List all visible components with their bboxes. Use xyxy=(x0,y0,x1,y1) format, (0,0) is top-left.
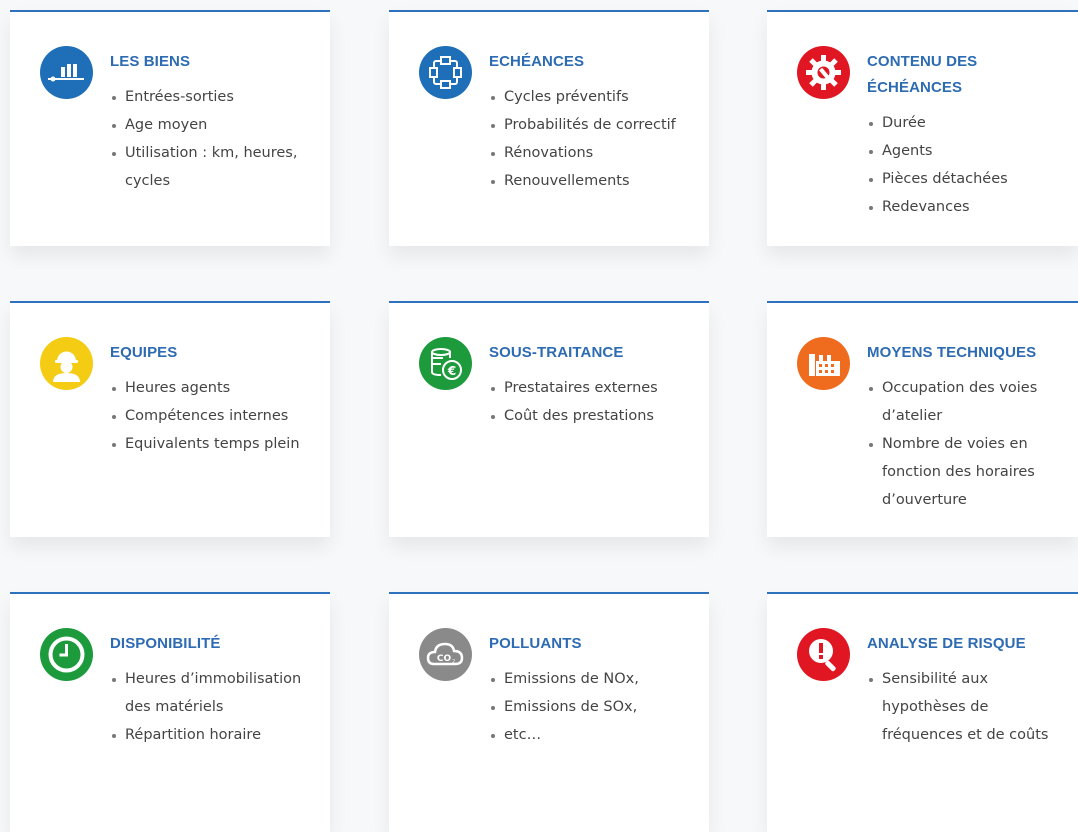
bar-chart-icon xyxy=(40,46,93,99)
svg-text:2: 2 xyxy=(452,659,455,665)
card-list: Cycles préventifs Probabilités de correc… xyxy=(489,83,689,195)
list-item: Rénovations xyxy=(491,139,689,167)
list-item: Durée xyxy=(869,109,1058,137)
list-item: Nombre de voies en fonction des horaires… xyxy=(869,430,1058,514)
gear-wrench-icon xyxy=(797,46,850,99)
card-title: LES BIENS xyxy=(110,53,191,70)
card-echeances: ECHÉANCES Cycles préventifs Probabilités… xyxy=(389,10,709,246)
card-contenu-des-echeances: CONTENU DES ÉCHÉANCES Durée Agents Pièce… xyxy=(767,10,1078,246)
card-title: DISPONIBILITÉ xyxy=(110,635,221,652)
card-polluants: CO 2 POLLUANTS Emissions de NOx, Emission… xyxy=(389,592,709,832)
card-list: Emissions de NOx, Emissions de SOx, etc… xyxy=(489,665,689,749)
list-item: Occupation des voies d’atelier xyxy=(869,374,1058,430)
card-list: Heures d’immobilisation des matériels Ré… xyxy=(110,665,310,749)
risk-magnifier-icon xyxy=(797,628,850,681)
svg-text:CO: CO xyxy=(437,654,452,664)
list-item: Heures d’immobilisation des matériels xyxy=(112,665,310,721)
list-item: Probabilités de correctif xyxy=(491,111,689,139)
card-equipes: EQUIPES Heures agents Compétences intern… xyxy=(10,301,330,537)
card-list: Occupation des voies d’atelier Nombre de… xyxy=(867,374,1058,514)
card-title: ECHÉANCES xyxy=(489,53,585,70)
worker-icon xyxy=(40,337,93,390)
card-disponibilite: DISPONIBILITÉ Heures d’immobilisation de… xyxy=(10,592,330,832)
card-title: SOUS-TRAITANCE xyxy=(489,344,624,361)
card-moyens-techniques: MOYENS TECHNIQUES Occupation des voies d… xyxy=(767,301,1078,537)
card-sous-traitance: € SOUS-TRAITANCE Prestataires externes C… xyxy=(389,301,709,537)
list-item: Equivalents temps plein xyxy=(112,430,310,458)
list-item: Age moyen xyxy=(112,111,310,139)
card-list: Heures agents Compétences internes Equiv… xyxy=(110,374,310,458)
card-title: POLLUANTS xyxy=(489,635,582,652)
card-list: Durée Agents Pièces détachées Redevances xyxy=(867,109,1058,221)
list-item: Heures agents xyxy=(112,374,310,402)
card-title: ANALYSE DE RISQUE xyxy=(867,635,1026,652)
list-item: Entrées-sorties xyxy=(112,83,310,111)
list-item: Utilisation : km, heures, cycles xyxy=(112,139,310,195)
svg-text:€: € xyxy=(447,364,456,378)
euro-coins-icon: € xyxy=(419,337,472,390)
clock-icon xyxy=(40,628,93,681)
list-item: Prestataires externes xyxy=(491,374,689,402)
card-les-biens: LES BIENS Entrées-sorties Age moyen Util… xyxy=(10,10,330,246)
cycle-icon xyxy=(419,46,472,99)
list-item: Cycles préventifs xyxy=(491,83,689,111)
card-list: Sensibilité aux hypothèses de fréquences… xyxy=(867,665,1058,749)
card-title: CONTENU DES ÉCHÉANCES xyxy=(867,53,978,96)
card-title: EQUIPES xyxy=(110,344,178,361)
card-title: MOYENS TECHNIQUES xyxy=(867,344,1037,361)
card-list: Entrées-sorties Age moyen Utilisation : … xyxy=(110,83,310,195)
list-item: Coût des prestations xyxy=(491,402,689,430)
list-item: Pièces détachées xyxy=(869,165,1058,193)
list-item: Agents xyxy=(869,137,1058,165)
list-item: Redevances xyxy=(869,193,1058,221)
list-item: Renouvellements xyxy=(491,167,689,195)
card-list: Prestataires externes Coût des prestatio… xyxy=(489,374,689,430)
list-item: Emissions de SOx, xyxy=(491,693,689,721)
list-item: etc… xyxy=(491,721,689,749)
card-analyse-de-risque: ANALYSE DE RISQUE Sensibilité aux hypoth… xyxy=(767,592,1078,832)
list-item: Sensibilité aux hypothèses de fréquences… xyxy=(869,665,1058,749)
factory-icon xyxy=(797,337,850,390)
list-item: Compétences internes xyxy=(112,402,310,430)
list-item: Emissions de NOx, xyxy=(491,665,689,693)
list-item: Répartition horaire xyxy=(112,721,310,749)
co2-cloud-icon: CO 2 xyxy=(419,628,472,681)
